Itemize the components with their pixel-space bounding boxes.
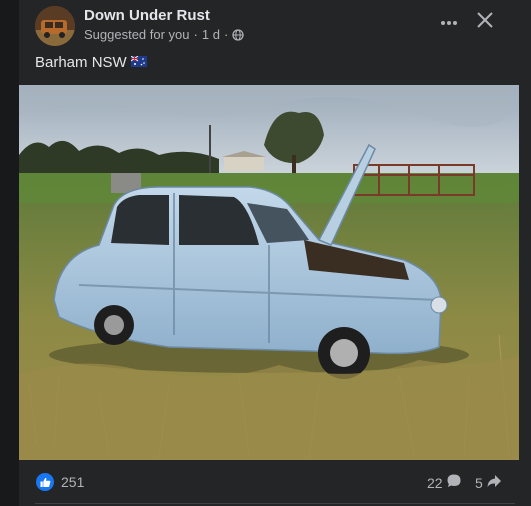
share-count-button[interactable]: 5 [475, 473, 502, 492]
post-meta: Suggested for you · 1 d · [84, 27, 244, 42]
comment-count: 22 [427, 474, 443, 491]
globe-icon [232, 28, 244, 41]
australia-flag-icon [130, 54, 147, 71]
close-button[interactable] [473, 10, 497, 34]
share-count: 5 [475, 474, 483, 491]
post-photo[interactable] [19, 85, 519, 460]
photo-scene [19, 85, 519, 460]
post-time[interactable]: 1 d [202, 27, 220, 42]
like-thumb-icon[interactable] [36, 473, 54, 491]
meta-dot: · [223, 27, 229, 42]
meta-separator: · [193, 27, 198, 42]
page-name[interactable]: Down Under Rust [84, 7, 210, 24]
like-count[interactable]: 251 [61, 474, 84, 490]
post-card: Down Under Rust Suggested for you · 1 d … [19, 0, 531, 506]
close-icon [476, 11, 494, 34]
comment-count-button[interactable]: 22 [427, 473, 462, 492]
share-arrow-icon [486, 473, 502, 492]
more-options-button[interactable] [437, 12, 461, 32]
post-caption: Barham NSW [35, 54, 147, 71]
suggested-label: Suggested for you [84, 27, 190, 42]
avatar[interactable] [35, 6, 75, 46]
post-footer: 251 22 5 [19, 464, 531, 500]
comment-bubble-icon [446, 473, 462, 492]
footer-divider [35, 503, 515, 504]
caption-text: Barham NSW [35, 54, 127, 71]
more-options-icon [440, 13, 458, 31]
post-header: Down Under Rust Suggested for you · 1 d … [19, 0, 531, 50]
